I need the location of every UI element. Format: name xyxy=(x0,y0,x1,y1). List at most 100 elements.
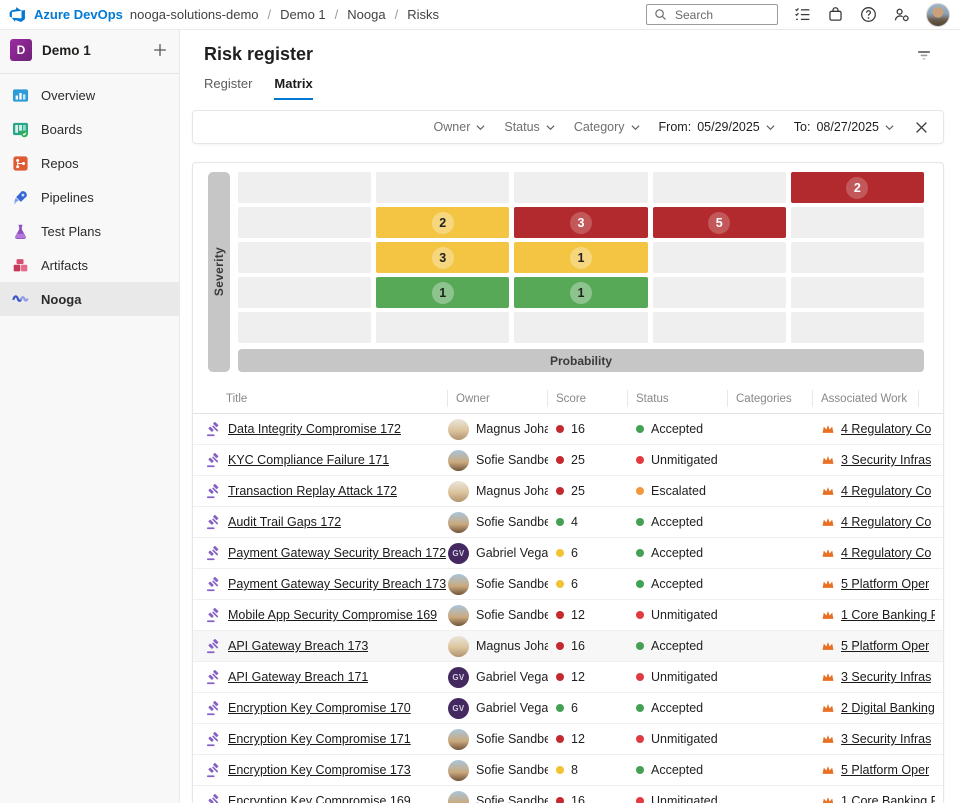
matrix-cell[interactable]: 1 xyxy=(514,277,647,308)
matrix-cell[interactable] xyxy=(791,312,924,343)
help-icon[interactable] xyxy=(860,6,877,23)
project-switcher[interactable]: D Demo 1 xyxy=(0,30,179,70)
matrix-cell[interactable]: 2 xyxy=(376,207,509,238)
from-date-filter[interactable]: From: 05/29/2025 xyxy=(659,120,775,134)
filter-dropdown-category[interactable]: Category xyxy=(574,120,640,134)
sidebar-item-overview[interactable]: Overview xyxy=(0,78,179,112)
sidebar-item-test-plans[interactable]: Test Plans xyxy=(0,214,179,248)
matrix-cell[interactable]: 5 xyxy=(653,207,786,238)
search-box[interactable] xyxy=(646,4,778,25)
risk-title-link[interactable]: Encryption Key Compromise 169 xyxy=(228,794,411,803)
associated-work-link[interactable]: 3 Security Infras xyxy=(841,732,931,746)
tab-matrix[interactable]: Matrix xyxy=(274,76,312,100)
sidebar-item-repos[interactable]: Repos xyxy=(0,146,179,180)
sidebar-item-nooga[interactable]: Nooga xyxy=(0,282,179,316)
matrix-cell[interactable] xyxy=(238,172,371,203)
table-row[interactable]: KYC Compliance Failure 171Sofie Sandber2… xyxy=(193,445,943,476)
product-name[interactable]: Azure DevOps xyxy=(34,7,123,22)
associated-work-link[interactable]: 3 Security Infras xyxy=(841,670,931,684)
table-row[interactable]: Audit Trail Gaps 172Sofie Sandber4Accept… xyxy=(193,507,943,538)
column-header-score[interactable]: Score xyxy=(548,384,628,413)
associated-work-link[interactable]: 5 Platform Oper xyxy=(841,577,929,591)
associated-work-link[interactable]: 4 Regulatory Co xyxy=(841,484,931,498)
clear-filters-button[interactable] xyxy=(915,121,928,134)
risk-title-link[interactable]: Encryption Key Compromise 173 xyxy=(228,763,411,777)
table-row[interactable]: Transaction Replay Attack 172Magnus Joha… xyxy=(193,476,943,507)
azure-devops-logo-icon[interactable] xyxy=(8,6,27,23)
search-input[interactable] xyxy=(673,7,770,23)
breadcrumb-item[interactable]: Demo 1 xyxy=(280,7,326,22)
matrix-cell[interactable] xyxy=(791,242,924,273)
marketplace-bag-icon[interactable] xyxy=(827,6,844,23)
risk-title-link[interactable]: Audit Trail Gaps 172 xyxy=(228,515,341,529)
matrix-cell[interactable] xyxy=(238,242,371,273)
add-project-button[interactable] xyxy=(153,43,167,57)
matrix-cell[interactable] xyxy=(653,312,786,343)
table-row[interactable]: Data Integrity Compromise 172Magnus Joha… xyxy=(193,414,943,445)
associated-work-link[interactable]: 1 Core Banking P xyxy=(841,608,935,622)
sidebar-item-boards[interactable]: Boards xyxy=(0,112,179,146)
risk-title-link[interactable]: API Gateway Breach 171 xyxy=(228,670,368,684)
matrix-cell[interactable] xyxy=(791,207,924,238)
associated-work-link[interactable]: 5 Platform Oper xyxy=(841,763,929,777)
table-row[interactable]: Encryption Key Compromise 169Sofie Sandb… xyxy=(193,786,943,803)
column-header-categories[interactable]: Categories xyxy=(728,384,813,413)
matrix-cell[interactable] xyxy=(238,312,371,343)
matrix-cell[interactable] xyxy=(376,172,509,203)
table-row[interactable]: Mobile App Security Compromise 169Sofie … xyxy=(193,600,943,631)
table-row[interactable]: Payment Gateway Security Breach 173Sofie… xyxy=(193,569,943,600)
table-row[interactable]: API Gateway Breach 171GVGabriel Vega12Un… xyxy=(193,662,943,693)
tab-register[interactable]: Register xyxy=(204,76,252,100)
risk-title-link[interactable]: API Gateway Breach 173 xyxy=(228,639,368,653)
filter-dropdown-status[interactable]: Status xyxy=(504,120,554,134)
risk-title-link[interactable]: Payment Gateway Security Breach 172 xyxy=(228,546,446,560)
filter-dropdown-owner[interactable]: Owner xyxy=(434,120,486,134)
matrix-cell[interactable] xyxy=(791,277,924,308)
column-header-title[interactable]: Title xyxy=(193,384,448,413)
risk-title-link[interactable]: Mobile App Security Compromise 169 xyxy=(228,608,437,622)
table-row[interactable]: Payment Gateway Security Breach 172GVGab… xyxy=(193,538,943,569)
associated-work-link[interactable]: 4 Regulatory Co xyxy=(841,515,931,529)
matrix-cell[interactable] xyxy=(653,172,786,203)
user-settings-icon[interactable] xyxy=(893,6,910,23)
risk-title-link[interactable]: Data Integrity Compromise 172 xyxy=(228,422,401,436)
sidebar-item-artifacts[interactable]: Artifacts xyxy=(0,248,179,282)
breadcrumb-item[interactable]: nooga-solutions-demo xyxy=(130,7,259,22)
table-row[interactable]: Encryption Key Compromise 173Sofie Sandb… xyxy=(193,755,943,786)
matrix-cell[interactable]: 2 xyxy=(791,172,924,203)
column-header-owner[interactable]: Owner xyxy=(448,384,548,413)
matrix-cell[interactable] xyxy=(653,242,786,273)
matrix-cell[interactable] xyxy=(514,312,647,343)
table-row[interactable]: Encryption Key Compromise 170GVGabriel V… xyxy=(193,693,943,724)
column-header-status[interactable]: Status xyxy=(628,384,728,413)
matrix-cell[interactable] xyxy=(238,207,371,238)
matrix-cell[interactable]: 1 xyxy=(376,277,509,308)
associated-work-link[interactable]: 4 Regulatory Co xyxy=(841,546,931,560)
checklist-icon[interactable] xyxy=(794,6,811,23)
breadcrumb-item[interactable]: Nooga xyxy=(347,7,385,22)
associated-work-link[interactable]: 5 Platform Oper xyxy=(841,639,929,653)
risk-title-link[interactable]: KYC Compliance Failure 171 xyxy=(228,453,389,467)
sidebar-item-pipelines[interactable]: Pipelines xyxy=(0,180,179,214)
to-date-filter[interactable]: To: 08/27/2025 xyxy=(794,120,894,134)
associated-work-link[interactable]: 3 Security Infras xyxy=(841,453,931,467)
matrix-cell[interactable]: 3 xyxy=(376,242,509,273)
matrix-cell[interactable] xyxy=(238,277,371,308)
risk-title-link[interactable]: Transaction Replay Attack 172 xyxy=(228,484,397,498)
matrix-cell[interactable]: 3 xyxy=(514,207,647,238)
risk-title-link[interactable]: Encryption Key Compromise 171 xyxy=(228,732,411,746)
associated-work-link[interactable]: 2 Digital Banking xyxy=(841,701,935,715)
matrix-cell[interactable] xyxy=(653,277,786,308)
column-header-associated-work[interactable]: Associated Work xyxy=(813,384,943,413)
associated-work-link[interactable]: 4 Regulatory Co xyxy=(841,422,931,436)
filter-funnel-icon[interactable] xyxy=(916,47,932,63)
risk-title-link[interactable]: Encryption Key Compromise 170 xyxy=(228,701,411,715)
matrix-cell[interactable]: 1 xyxy=(514,242,647,273)
matrix-cell[interactable] xyxy=(376,312,509,343)
table-row[interactable]: API Gateway Breach 173Magnus Johar16Acce… xyxy=(193,631,943,662)
table-row[interactable]: Encryption Key Compromise 171Sofie Sandb… xyxy=(193,724,943,755)
associated-work-link[interactable]: 1 Core Banking P xyxy=(841,794,935,803)
risk-title-link[interactable]: Payment Gateway Security Breach 173 xyxy=(228,577,446,591)
matrix-cell[interactable] xyxy=(514,172,647,203)
user-avatar[interactable] xyxy=(926,3,950,27)
